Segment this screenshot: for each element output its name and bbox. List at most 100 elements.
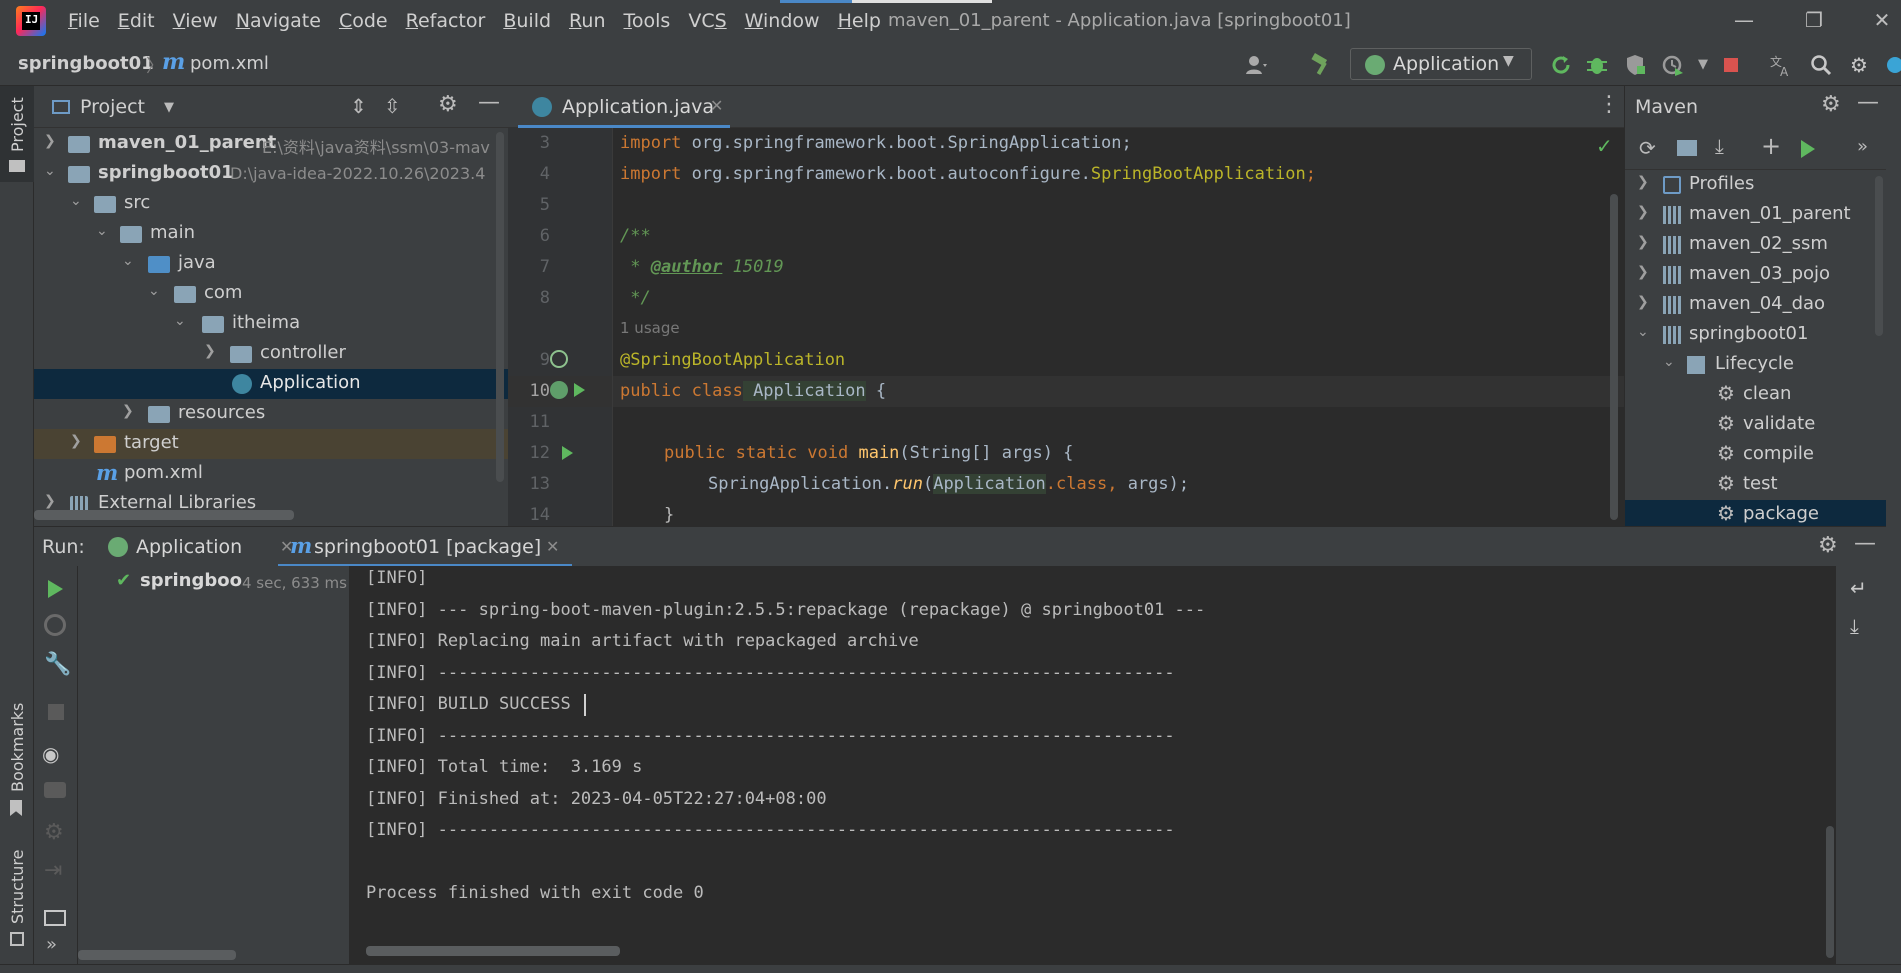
maven-item-maven-04-dao[interactable]: ❯ maven_04_dao bbox=[1625, 290, 1887, 320]
horizontal-scrollbar[interactable] bbox=[34, 510, 294, 520]
editor-scrollbar[interactable] bbox=[1610, 194, 1618, 520]
bookmarks-tool-label[interactable]: Bookmarks bbox=[8, 703, 27, 792]
menu-tools[interactable]: Tools bbox=[624, 10, 671, 32]
run-tree-item-springboot01[interactable]: springboo bbox=[140, 570, 242, 591]
menu-help[interactable]: Help bbox=[838, 10, 881, 32]
spring-bean-gutter-icon[interactable] bbox=[550, 381, 568, 399]
rerun-icon[interactable] bbox=[1548, 52, 1574, 78]
restore-button[interactable]: ❐ bbox=[1794, 8, 1834, 32]
vertical-scrollbar[interactable] bbox=[1826, 826, 1834, 958]
run-gutter-icon[interactable] bbox=[574, 383, 585, 397]
maven-item-lifecycle[interactable]: ⌄ Lifecycle bbox=[1625, 350, 1887, 380]
stop-icon[interactable] bbox=[1718, 52, 1744, 78]
expand-all-icon[interactable]: ⇕ bbox=[350, 94, 367, 118]
settings-gear-icon[interactable]: ⚙ bbox=[1846, 52, 1872, 78]
stop-icon[interactable] bbox=[48, 704, 64, 720]
menu-refactor[interactable]: Refactor bbox=[406, 10, 486, 32]
scroll-to-end-icon[interactable]: ⤓ bbox=[1850, 614, 1859, 638]
run-tab-application[interactable]: Application ✕ bbox=[106, 527, 306, 567]
maven-goal-compile[interactable]: ⚙ compile bbox=[1625, 440, 1887, 470]
tree-item-itheima[interactable]: ⌄ itheima bbox=[34, 309, 508, 339]
project-tool-tab[interactable]: Project bbox=[0, 86, 34, 182]
tree-item-application[interactable]: Application bbox=[34, 369, 508, 399]
build-hammer-icon[interactable] bbox=[1308, 52, 1334, 78]
maven-item-maven-02-ssm[interactable]: ❯ maven_02_ssm bbox=[1625, 230, 1887, 260]
tree-item-src[interactable]: ⌄ src bbox=[34, 189, 508, 219]
reload-folder-icon[interactable] bbox=[1677, 140, 1697, 156]
menu-navigate[interactable]: Navigate bbox=[236, 10, 321, 32]
run-configuration-select[interactable]: Application ▼ bbox=[1350, 48, 1532, 80]
hide-panel-icon[interactable]: — bbox=[1857, 90, 1879, 115]
eye-icon[interactable]: ◉ bbox=[42, 742, 59, 766]
search-icon[interactable] bbox=[1808, 52, 1834, 78]
menu-window[interactable]: Window bbox=[745, 10, 820, 32]
tree-item-springboot01[interactable]: ⌄ springboot01 D:\java-idea-2022.10.26\2… bbox=[34, 159, 508, 189]
maven-item-maven-01-parent[interactable]: ❯ maven_01_parent bbox=[1625, 200, 1887, 230]
breadcrumb-file[interactable]: pom.xml bbox=[190, 53, 269, 74]
translate-icon[interactable]: 文A bbox=[1768, 52, 1794, 79]
tree-item-com[interactable]: ⌄ com bbox=[34, 279, 508, 309]
rerun-icon[interactable] bbox=[48, 580, 63, 598]
maven-scrollbar[interactable] bbox=[1875, 176, 1883, 336]
more-run-options-icon[interactable]: ▼ bbox=[1690, 52, 1716, 78]
hide-panel-icon[interactable]: — bbox=[1854, 531, 1876, 556]
camera-icon[interactable] bbox=[44, 782, 66, 798]
chevron-down-icon[interactable]: ▼ bbox=[164, 100, 174, 115]
tree-item-java[interactable]: ⌄ java bbox=[34, 249, 508, 279]
maven-goal-test[interactable]: ⚙ test bbox=[1625, 470, 1887, 500]
tree-item-pom-xml[interactable]: m pom.xml bbox=[34, 459, 508, 489]
menu-run[interactable]: Run bbox=[569, 10, 605, 32]
collapse-all-icon[interactable]: ⇳ bbox=[384, 94, 401, 118]
tree-item-maven-01-parent[interactable]: ❯ maven_01_parent E:\资料\java资料\ssm\03-ma… bbox=[34, 129, 508, 159]
project-panel-title[interactable]: Project bbox=[80, 96, 145, 118]
maven-item-profiles[interactable]: ❯ Profiles bbox=[1625, 170, 1887, 200]
structure-tool-label[interactable]: Structure bbox=[8, 850, 27, 924]
coverage-shield-icon[interactable] bbox=[1622, 52, 1648, 78]
tab-application-java[interactable]: Application.java ✕ bbox=[518, 86, 730, 128]
settings-gear-icon[interactable]: ⚙ bbox=[1821, 92, 1841, 117]
console-output[interactable]: [INFO] [INFO] --- spring-boot-maven-plug… bbox=[350, 566, 1836, 964]
menu-code[interactable]: Code bbox=[339, 10, 388, 32]
tree-item-controller[interactable]: ❯ controller bbox=[34, 339, 508, 369]
menu-view[interactable]: View bbox=[173, 10, 218, 32]
user-icon[interactable] bbox=[1244, 52, 1270, 78]
breadcrumb-project[interactable]: springboot01 bbox=[18, 53, 154, 74]
code-editor[interactable]: 3 import org.springframework.boot.Spring… bbox=[508, 128, 1624, 526]
menu-build[interactable]: Build bbox=[503, 10, 551, 32]
hide-panel-icon[interactable]: — bbox=[478, 90, 500, 115]
more-icon[interactable]: » bbox=[1857, 136, 1868, 157]
inspection-ok-icon[interactable]: ✓ bbox=[1596, 134, 1613, 158]
close-icon[interactable]: ✕ bbox=[546, 537, 559, 556]
settings-gear-icon[interactable]: ⚙ bbox=[44, 820, 64, 845]
soft-wrap-icon[interactable]: ↵ bbox=[1850, 576, 1867, 600]
settings-gear-icon[interactable]: ⚙ bbox=[438, 92, 458, 117]
run-maven-goal-icon[interactable] bbox=[1801, 140, 1815, 158]
more-tabs-icon[interactable]: ⋮ bbox=[1598, 92, 1620, 117]
login-icon[interactable]: ⇥ bbox=[44, 858, 62, 883]
menu-vcs[interactable]: VCS bbox=[688, 10, 726, 32]
wrench-icon[interactable]: 🔧 bbox=[44, 652, 71, 677]
maven-goal-validate[interactable]: ⚙ validate bbox=[1625, 410, 1887, 440]
profiler-icon[interactable] bbox=[1660, 52, 1686, 78]
rerun-failed-icon[interactable] bbox=[44, 614, 66, 636]
download-icon[interactable]: ⤓ bbox=[1715, 134, 1724, 158]
tree-item-resources[interactable]: ❯ resources bbox=[34, 399, 508, 429]
settings-gear-icon[interactable]: ⚙ bbox=[1818, 533, 1838, 558]
usage-hint[interactable]: 1 usage bbox=[508, 314, 1624, 345]
tree-item-target[interactable]: ❯ target bbox=[34, 429, 508, 459]
maven-item-springboot01[interactable]: ⌄ springboot01 bbox=[1625, 320, 1887, 350]
minimize-button[interactable]: — bbox=[1724, 8, 1764, 32]
add-icon[interactable]: + bbox=[1761, 132, 1781, 160]
run-gutter-icon[interactable] bbox=[562, 446, 573, 460]
close-window-button[interactable]: ✕ bbox=[1862, 8, 1901, 32]
spring-bean-gutter-icon[interactable] bbox=[550, 350, 568, 368]
run-tab-springboot01-package[interactable]: m springboot01 [package] ✕ bbox=[278, 527, 572, 567]
maven-goal-package[interactable]: ⚙ package bbox=[1625, 500, 1887, 526]
menu-edit[interactable]: Edit bbox=[118, 10, 155, 32]
close-icon[interactable]: ✕ bbox=[710, 96, 723, 115]
horizontal-scrollbar[interactable] bbox=[366, 946, 620, 956]
plugin-icon[interactable] bbox=[1880, 52, 1901, 78]
menu-file[interactable]: File bbox=[68, 10, 100, 32]
maven-goal-clean[interactable]: ⚙ clean bbox=[1625, 380, 1887, 410]
reload-icon[interactable]: ⟳ bbox=[1639, 136, 1656, 160]
